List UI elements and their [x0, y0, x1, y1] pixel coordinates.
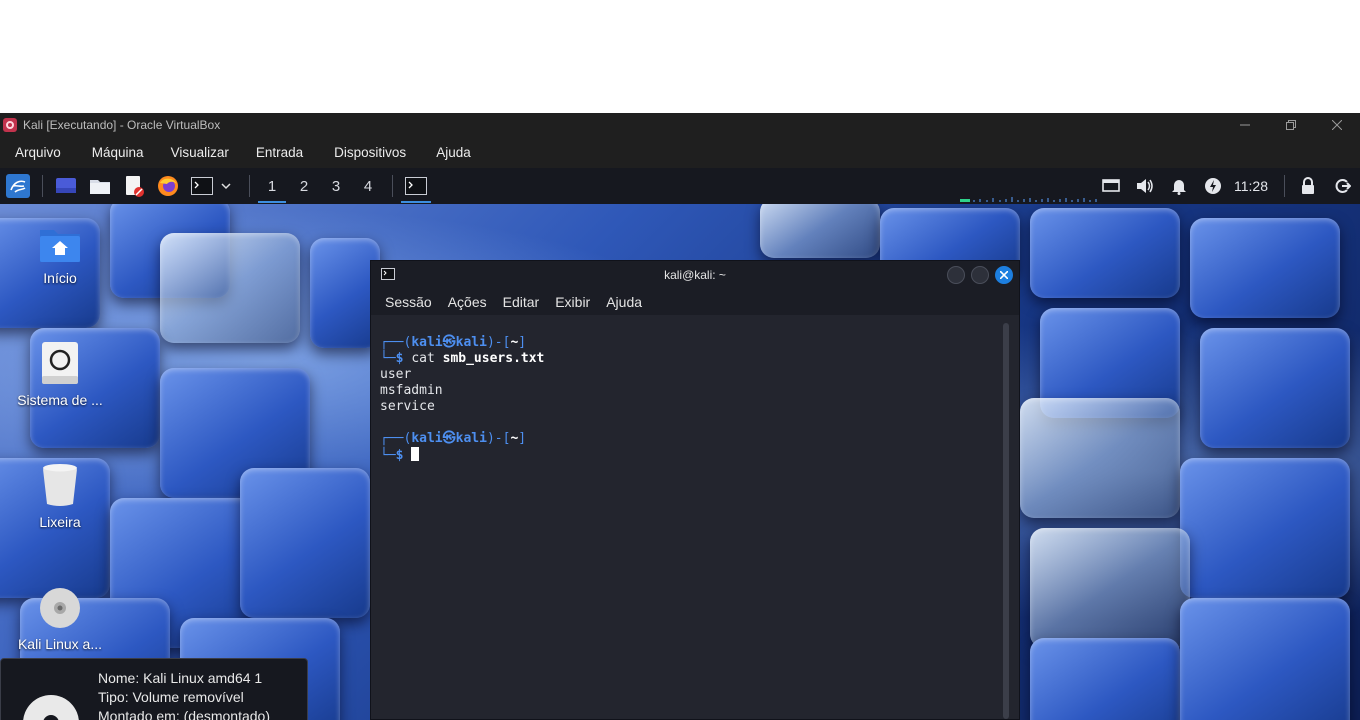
terminal-menubar: Sessão Ações Editar Exibir Ajuda [371, 289, 1019, 315]
window-title: Kali [Executando] - Oracle VirtualBox [23, 117, 221, 132]
workspace-2[interactable]: 2 [288, 168, 320, 204]
guest-desktop: 1 2 3 4 11:28 Início Sistema de ... Lixe… [0, 168, 1360, 720]
drive-icon [42, 342, 78, 384]
taskbar-terminal-button[interactable] [399, 168, 433, 204]
text-editor-icon[interactable] [123, 175, 145, 197]
desktop-icon[interactable] [55, 175, 77, 197]
menu-ajuda[interactable]: Ajuda [436, 145, 471, 160]
power-manager-icon[interactable] [1201, 174, 1225, 198]
panel-separator [1284, 175, 1285, 197]
terminal-maximize-button[interactable] [971, 266, 989, 284]
terminal-close-button[interactable] [995, 266, 1013, 284]
desktop-icon-label: Kali Linux a... [17, 636, 103, 652]
bell-icon[interactable] [1167, 174, 1191, 198]
terminal-menu-acoes[interactable]: Ações [448, 294, 487, 310]
workspace-4[interactable]: 4 [352, 168, 384, 204]
desktop-icon-trash[interactable]: Lixeira [5, 462, 115, 530]
terminal-output[interactable]: ┌──(kali㉿kali)-[~] └─$ cat smb_users.txt… [371, 315, 1019, 719]
terminal-menu-ajuda[interactable]: Ajuda [606, 294, 642, 310]
optical-disc-icon [23, 695, 79, 720]
menu-arquivo[interactable]: Arquivo [15, 145, 61, 160]
terminal-window: kali@kali: ~ Sessão Ações Editar Exibir … [370, 260, 1020, 720]
trash-icon [43, 464, 77, 506]
home-folder-icon [40, 230, 80, 262]
desktop-icon-filesystem[interactable]: Sistema de ... [5, 340, 115, 408]
output-line: user [380, 367, 412, 382]
volume-icon[interactable] [1133, 174, 1157, 198]
terminal-menu-exibir[interactable]: Exibir [555, 294, 590, 310]
lock-icon[interactable] [1296, 174, 1320, 198]
close-icon [1332, 119, 1342, 130]
chevron-down-icon[interactable] [219, 175, 233, 197]
terminal-titlebar[interactable]: kali@kali: ~ [371, 261, 1019, 289]
terminal-menu-editar[interactable]: Editar [503, 294, 540, 310]
system-tray: 11:28 [1094, 168, 1360, 204]
optical-disc-icon [40, 588, 80, 628]
desktop-icon-kali-media[interactable]: Kali Linux a... [5, 586, 115, 652]
tooltip-mount: Montado em: (desmontado) [98, 708, 270, 720]
volume-tooltip: Nome: Kali Linux amd64 1 Tipo: Volume re… [0, 658, 308, 720]
output-line: service [380, 399, 435, 414]
minimize-icon [1240, 124, 1250, 125]
terminal-command: cat [411, 351, 435, 366]
desktop-icon-home[interactable]: Início [5, 224, 115, 286]
menu-dispositivos[interactable]: Dispositivos [334, 145, 406, 160]
restore-button[interactable] [1268, 113, 1314, 136]
desktop-icon-label: Sistema de ... [17, 392, 103, 408]
desktop-icon-label: Lixeira [39, 514, 81, 530]
menu-entrada[interactable]: Entrada [256, 145, 303, 160]
close-icon [1000, 271, 1008, 279]
menu-visualizar[interactable]: Visualizar [171, 145, 229, 160]
virtualbox-logo-icon [3, 117, 17, 132]
desktop-icon-label: Início [43, 270, 77, 286]
virtualbox-menubar: Arquivo Máquina Visualizar Entrada Dispo… [0, 136, 1360, 168]
firefox-icon[interactable] [157, 175, 179, 197]
close-button[interactable] [1314, 113, 1360, 136]
terminal-scrollbar[interactable] [1003, 323, 1009, 719]
restore-icon [1286, 119, 1296, 130]
output-line: msfadmin [380, 383, 443, 398]
dragon-icon [10, 180, 26, 193]
terminal-icon [381, 268, 395, 280]
terminal-icon [405, 177, 427, 195]
clock[interactable]: 11:28 [1234, 178, 1268, 194]
terminal-command-arg: smb_users.txt [442, 351, 545, 366]
terminal-icon[interactable] [191, 175, 213, 197]
terminal-minimize-button[interactable] [947, 266, 965, 284]
text-cursor [411, 447, 420, 461]
minimize-button[interactable] [1222, 113, 1268, 136]
workspace-3[interactable]: 3 [320, 168, 352, 204]
panel-separator [249, 175, 250, 197]
menu-maquina[interactable]: Máquina [92, 145, 144, 160]
kali-menu-icon[interactable] [6, 174, 30, 198]
display-icon[interactable] [1099, 174, 1123, 198]
panel-separator [392, 175, 393, 197]
tooltip-name: Nome: Kali Linux amd64 1 [98, 670, 263, 686]
virtualbox-titlebar: Kali [Executando] - Oracle VirtualBox [0, 113, 1360, 136]
screen: Kali [Executando] - Oracle VirtualBox Ar… [0, 0, 1360, 720]
tooltip-type: Tipo: Volume removível [98, 689, 244, 705]
terminal-menu-sessao[interactable]: Sessão [385, 294, 432, 310]
logout-icon[interactable] [1330, 174, 1354, 198]
workspace-1[interactable]: 1 [256, 168, 288, 204]
network-graph-icon [960, 197, 1097, 202]
file-manager-icon[interactable] [89, 175, 111, 197]
terminal-title: kali@kali: ~ [664, 268, 726, 282]
panel-separator [42, 175, 43, 197]
top-panel: 1 2 3 4 11:28 [0, 168, 1360, 204]
